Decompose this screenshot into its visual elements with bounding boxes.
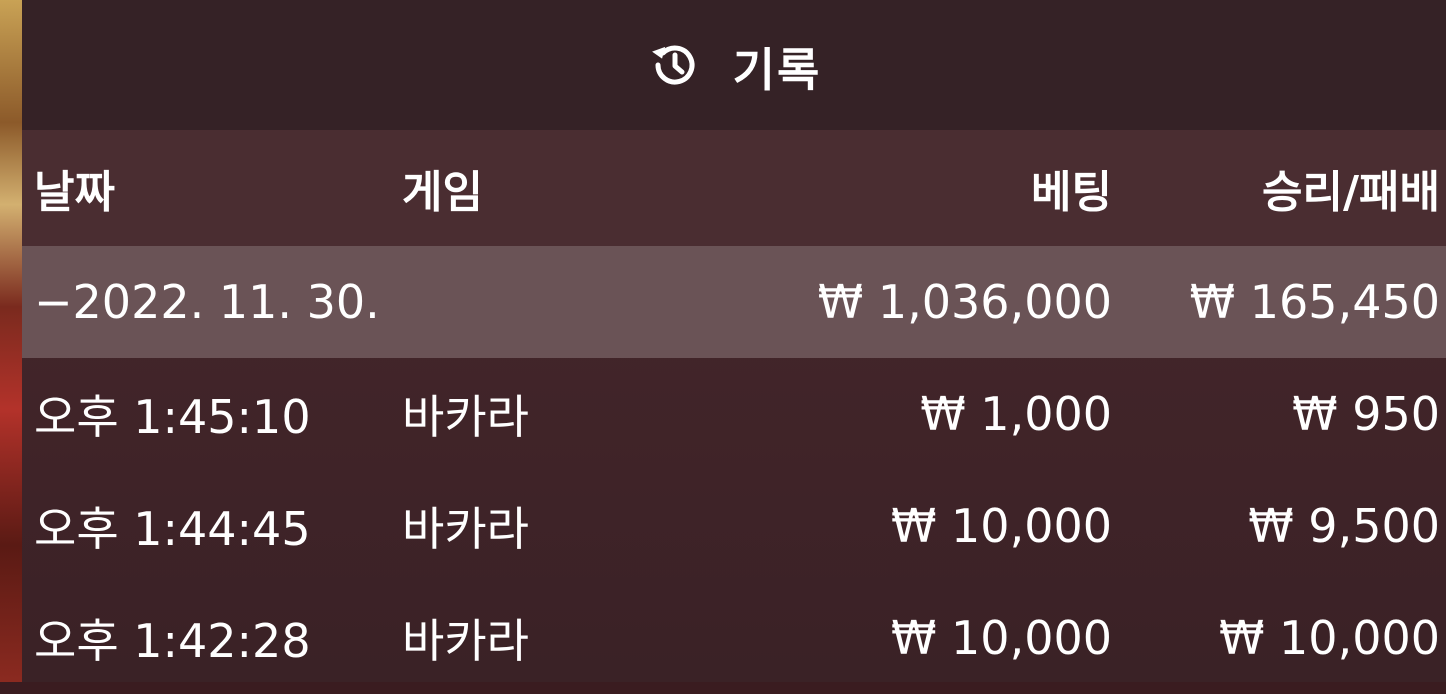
row-win-loss: ₩ 10,000 bbox=[1218, 611, 1440, 665]
row-game: 바카라 bbox=[402, 390, 529, 444]
table-row[interactable]: 오후 1:44:45 바카라 ₩ 10,000 ₩ 9,500 bbox=[22, 470, 1446, 582]
page-title: 기록 bbox=[732, 43, 822, 97]
row-bet: ₩ 1,000 bbox=[920, 387, 1112, 441]
history-icon bbox=[647, 37, 703, 93]
group-bet: ₩ 1,036,000 bbox=[817, 275, 1112, 329]
row-game: 바카라 bbox=[402, 502, 529, 556]
history-panel: 기록 날짜 게임 베팅 승리/패배 −2022. 11. 30. ₩ 1,036… bbox=[22, 0, 1446, 682]
row-game: 바카라 bbox=[402, 614, 529, 668]
group-date: −2022. 11. 30. bbox=[34, 275, 380, 329]
column-header-bet: 베팅 bbox=[1031, 167, 1112, 218]
table-header: 날짜 게임 베팅 승리/패배 bbox=[22, 130, 1446, 246]
row-win-loss: ₩ 950 bbox=[1292, 387, 1440, 441]
history-header: 기록 bbox=[22, 0, 1446, 130]
row-bet: ₩ 10,000 bbox=[890, 611, 1112, 665]
table-row[interactable]: 오후 1:42:28 바카라 ₩ 10,000 ₩ 10,000 bbox=[22, 582, 1446, 694]
group-win-loss: ₩ 165,450 bbox=[1189, 275, 1440, 329]
row-time: 오후 1:45:10 bbox=[34, 390, 311, 444]
row-win-loss: ₩ 9,500 bbox=[1248, 499, 1440, 553]
background-edge bbox=[0, 0, 22, 682]
row-time: 오후 1:44:45 bbox=[34, 502, 311, 556]
row-time: 오후 1:42:28 bbox=[34, 614, 311, 668]
column-header-win-loss: 승리/패배 bbox=[1262, 167, 1440, 218]
column-header-game: 게임 bbox=[402, 167, 483, 218]
date-group-row[interactable]: −2022. 11. 30. ₩ 1,036,000 ₩ 165,450 bbox=[22, 246, 1446, 358]
row-bet: ₩ 10,000 bbox=[890, 499, 1112, 553]
table-row[interactable]: 오후 1:45:10 바카라 ₩ 1,000 ₩ 950 bbox=[22, 358, 1446, 470]
column-header-date: 날짜 bbox=[34, 167, 115, 218]
